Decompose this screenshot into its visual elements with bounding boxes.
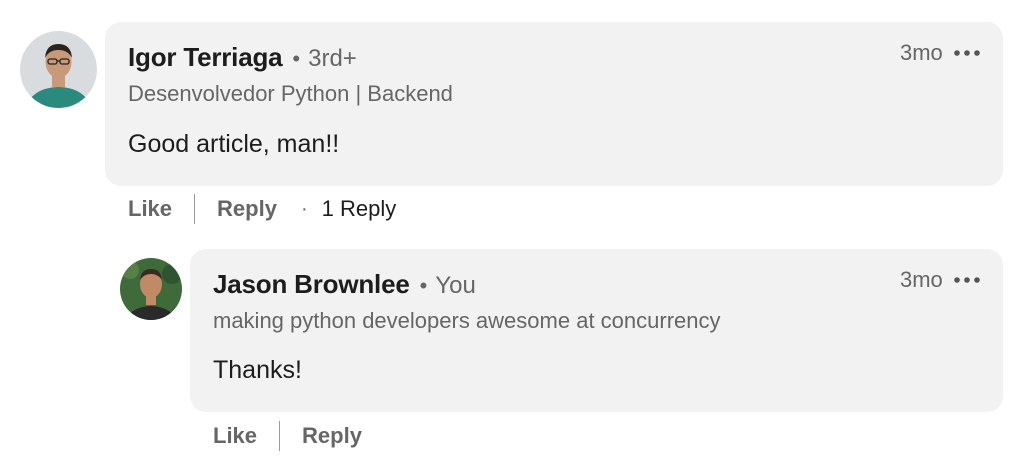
timestamp: 3mo: [900, 40, 943, 65]
comment-text: Good article, man!!: [128, 130, 340, 158]
reply-button[interactable]: Reply: [302, 423, 362, 449]
person-avatar-icon: [120, 258, 182, 320]
comment-meta: 3mo: [900, 40, 981, 66]
like-button[interactable]: Like: [213, 423, 257, 449]
comment-actions: Like Reply · 1 Reply: [128, 194, 396, 224]
author-line: Igor Terriaga • 3rd+: [128, 42, 357, 73]
separator-dot: •: [292, 46, 301, 71]
person-avatar-icon: [20, 31, 97, 108]
you-badge: You: [435, 272, 476, 299]
divider: [279, 421, 281, 451]
separator-dot: ·: [300, 197, 308, 220]
comment-actions: Like Reply: [213, 421, 362, 451]
ellipsis-icon[interactable]: [953, 49, 981, 57]
separator-dot: •: [419, 273, 428, 298]
reply-count-link[interactable]: 1 Reply: [322, 196, 397, 222]
author-headline: making python developers awesome at conc…: [213, 308, 721, 333]
comment-text: Thanks!: [213, 356, 302, 384]
author-line: Jason Brownlee • You: [213, 269, 476, 300]
author-name[interactable]: Igor Terriaga: [128, 42, 283, 73]
reply-button[interactable]: Reply: [217, 196, 277, 222]
comment-meta: 3mo: [900, 267, 981, 293]
avatar[interactable]: [120, 258, 182, 320]
connection-degree: 3rd+: [308, 45, 357, 72]
author-name[interactable]: Jason Brownlee: [213, 269, 410, 300]
ellipsis-icon[interactable]: [953, 276, 981, 284]
avatar[interactable]: [20, 31, 97, 108]
divider: [194, 194, 196, 224]
timestamp: 3mo: [900, 267, 943, 292]
like-button[interactable]: Like: [128, 196, 172, 222]
author-headline: Desenvolvedor Python | Backend: [128, 81, 453, 106]
